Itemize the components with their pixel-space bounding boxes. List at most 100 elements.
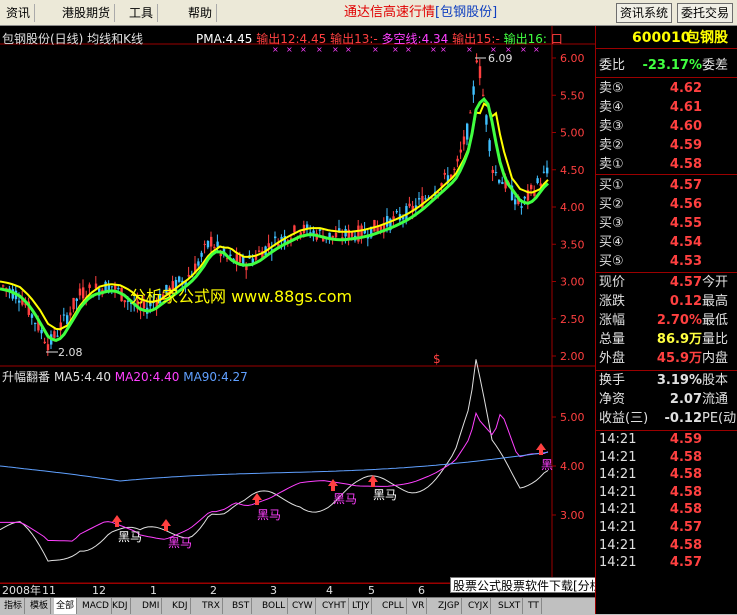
x-marker: × — [392, 45, 399, 54]
tab-17[interactable]: SLXT — [496, 598, 524, 614]
quote-row: 14:21 4.58 — [599, 484, 702, 500]
tab-4[interactable]: KDJ — [110, 598, 131, 614]
tab-14[interactable]: VR — [410, 598, 428, 614]
candle-body — [443, 172, 446, 175]
candle-body — [523, 196, 526, 199]
candle-body — [203, 243, 206, 245]
tab-3[interactable]: MACD — [80, 598, 112, 614]
quote-row: 买③ 4.55 — [599, 216, 702, 231]
quote-row: 14:21 4.57 — [599, 520, 702, 535]
tab-10[interactable]: CYW — [290, 598, 316, 614]
candle-body — [472, 86, 475, 95]
candle-body — [386, 216, 389, 227]
date-tick: 1 — [150, 584, 157, 597]
candle-body — [66, 315, 69, 324]
tab-15[interactable]: ZJGP — [436, 598, 463, 614]
x-marker: × — [520, 45, 527, 54]
up-arrow-icon — [252, 493, 262, 505]
x-marker: × — [332, 45, 339, 54]
candle-body — [34, 323, 37, 325]
tab-16[interactable]: CYJX — [466, 598, 492, 614]
date-tick: 3 — [270, 584, 277, 597]
quote-row: 收益(三) -0.12 PE(动 — [599, 411, 737, 426]
tab-6[interactable]: KDJ — [170, 598, 191, 614]
quote-row: 14:21 4.58 — [599, 502, 702, 518]
candle-body — [187, 274, 190, 277]
indicator-out15: 输出15:- — [452, 32, 500, 46]
candle-body — [306, 224, 309, 229]
candle-body — [466, 123, 469, 140]
tab-18[interactable]: TT — [526, 598, 542, 614]
candle-body — [469, 112, 472, 114]
indicator-out13: 输出13:- — [330, 32, 378, 46]
indicator-ma20: MA20:4.40 — [114, 370, 180, 384]
quote-row: 卖⑤ 4.62 — [599, 81, 702, 96]
quote-header: 600010 包钢股 — [596, 26, 737, 49]
indicator-box: 口 — [550, 32, 563, 46]
stock-code: 600010 — [632, 30, 691, 46]
candle-body — [56, 335, 59, 337]
signal-label: 黑马 — [118, 530, 143, 544]
quote-row: 卖② 4.59 — [599, 138, 702, 153]
signal-label: 黑马 — [373, 488, 398, 502]
quote-row: 卖③ 4.60 — [599, 119, 702, 134]
date-tick: 5 — [368, 584, 375, 597]
menu-help[interactable]: 帮助 — [184, 4, 218, 22]
date-tick: 11 — [42, 584, 56, 597]
kline-chart-area[interactable]: 6.00 5.50 5.00 4.50 4.00 3.50 3.00 2.50 2.00 5.0… — [0, 26, 595, 614]
candle-body — [46, 344, 50, 351]
candle-body — [475, 60, 478, 63]
tab-9[interactable]: BOLL — [260, 598, 289, 614]
x-marker: × — [316, 45, 323, 54]
quote-row: 买⑤ 4.53 — [599, 254, 702, 269]
tab-11[interactable]: CYHT — [320, 598, 349, 614]
tab-8[interactable]: BST — [230, 598, 253, 614]
candle-body — [62, 314, 66, 316]
tab-2[interactable]: 全部 — [54, 598, 78, 614]
candle-body — [69, 312, 72, 316]
tab-7[interactable]: TRX — [200, 598, 223, 614]
date-tick: 2008年 — [2, 584, 41, 597]
x-marker: × — [440, 45, 447, 54]
signal-arrows — [112, 443, 546, 531]
y-tick-label: 3.00 — [560, 276, 585, 289]
candle-body — [334, 232, 338, 238]
candle-body — [2, 285, 5, 287]
trade-button[interactable]: 委托交易 — [677, 3, 734, 23]
candle-body — [213, 246, 216, 249]
x-marker: × — [345, 45, 352, 54]
candle-body — [40, 329, 43, 334]
divider — [596, 77, 737, 78]
news-system-button[interactable]: 资讯系统 — [616, 3, 673, 23]
y-tick-label: 6.00 — [560, 52, 585, 65]
candle-body — [542, 171, 546, 173]
menu-news[interactable]: 资讯 — [2, 4, 36, 22]
chart-canvas[interactable]: 6.00 5.50 5.00 4.50 4.00 3.50 3.00 2.50 2.00 5.0… — [0, 26, 595, 614]
tab-13[interactable]: CPLL — [380, 598, 407, 614]
candle-body — [293, 225, 296, 233]
indicator-ma5: MA5:4.40 — [54, 370, 111, 384]
candle-body — [350, 232, 354, 237]
tab-0[interactable]: 指标 — [2, 598, 26, 614]
quote-row: 14:21 4.58 — [599, 537, 702, 553]
candle-body — [88, 284, 91, 288]
indicator-pma: PMA:4.45 — [196, 32, 253, 46]
menu-bar: 资讯 港股期货 工具 帮助 通达信高速行情[包钢股份] 资讯系统 委托交易 — [0, 0, 737, 26]
quote-row: 现价 4.57 今开 — [599, 275, 729, 290]
sub-y-tick-label: 3.00 — [560, 509, 585, 522]
main-y-axis: 6.00 5.50 5.00 4.50 4.00 3.50 3.00 2.50 2.00 — [552, 52, 585, 363]
menu-hk-futures[interactable]: 港股期货 — [58, 4, 116, 22]
main-chart-title: 包钢股份(日线) 均线和K线 — [2, 32, 144, 46]
tab-5[interactable]: DMI — [140, 598, 163, 614]
x-marker: × — [505, 45, 512, 54]
y-tick-label: 4.50 — [560, 164, 585, 177]
candle-body — [117, 287, 120, 290]
candle-body — [274, 236, 277, 239]
tab-12[interactable]: LTJY — [350, 598, 373, 614]
candle-body — [258, 250, 261, 252]
tab-1[interactable]: 模板 — [28, 598, 52, 614]
candle-body — [421, 196, 424, 209]
menu-tools[interactable]: 工具 — [125, 4, 159, 22]
y-tick-label: 5.00 — [560, 127, 585, 140]
ma90-line — [0, 451, 549, 482]
